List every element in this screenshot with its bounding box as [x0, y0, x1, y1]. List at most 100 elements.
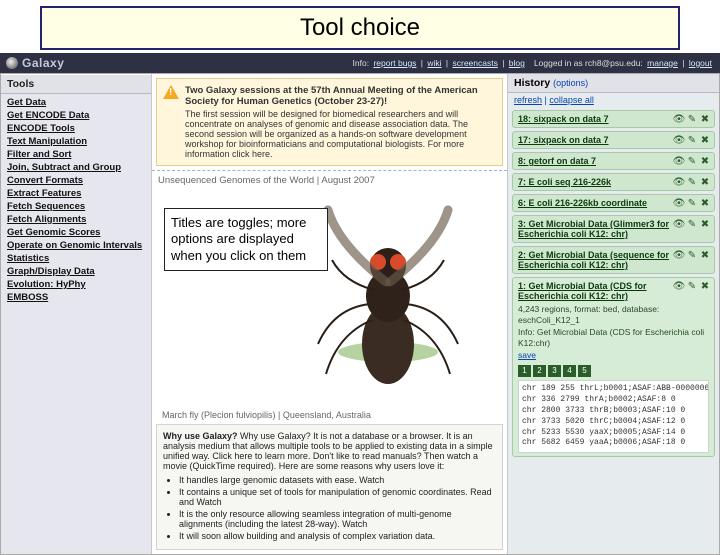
history-item-title[interactable]: 7: E coli seq 216-226k — [518, 177, 649, 187]
eye-icon[interactable]: 👁 — [674, 250, 684, 260]
delete-icon[interactable]: ✖ — [700, 281, 710, 291]
tool-category[interactable]: Graph/Display Data — [5, 265, 147, 278]
history-item: 3: Get Microbial Data (Glimmer3 for Esch… — [512, 215, 715, 243]
link-manage[interactable]: manage — [647, 58, 678, 68]
eye-icon[interactable]: 👁 — [674, 281, 684, 291]
history-collapse-all-link[interactable]: collapse all — [549, 95, 594, 105]
logged-in-label: Logged in as — [534, 58, 583, 68]
delete-icon[interactable]: ✖ — [700, 114, 710, 124]
delete-icon[interactable]: ✖ — [700, 219, 710, 229]
history-item: 6: E coli 216-226kb coordinate👁✎✖ — [512, 194, 715, 212]
announcement-body: The first session will be designed for b… — [185, 109, 496, 159]
tool-category[interactable]: Convert Formats — [5, 174, 147, 187]
eye-icon[interactable]: 👁 — [674, 114, 684, 124]
delete-icon[interactable]: ✖ — [700, 156, 710, 166]
link-blog[interactable]: blog — [509, 58, 525, 68]
galaxy-swirl-icon — [6, 57, 18, 69]
history-page-nav: 12345 — [518, 365, 709, 377]
history-header: History (options) — [508, 74, 719, 93]
page-button[interactable]: 3 — [548, 365, 561, 377]
history-options-link[interactable]: (options) — [553, 78, 588, 88]
history-panel: History (options) refresh | collapse all… — [508, 74, 719, 554]
why-galaxy-box: Why use Galaxy? Why use Galaxy? It is no… — [156, 424, 503, 550]
link-screencasts[interactable]: screencasts — [452, 58, 497, 68]
center-panel: Two Galaxy sessions at the 57th Annual M… — [152, 74, 508, 554]
why-galaxy-bullets: It handles large genomic datasets with e… — [179, 475, 496, 541]
history-sub-links: refresh | collapse all — [508, 93, 719, 107]
slide-title: Tool choice — [40, 6, 680, 50]
gallery-section-label: Unsequenced Genomes of the World — [158, 175, 314, 186]
edit-icon[interactable]: ✎ — [687, 219, 697, 229]
delete-icon[interactable]: ✖ — [700, 198, 710, 208]
top-bar: Galaxy Info: report bugs | wiki | screen… — [0, 53, 720, 73]
tool-category[interactable]: Text Manipulation — [5, 135, 147, 148]
tool-category[interactable]: Evolution: HyPhy — [5, 278, 147, 291]
edit-icon[interactable]: ✎ — [687, 156, 697, 166]
history-item-title[interactable]: 8: getorf on data 7 — [518, 156, 634, 166]
announcement-title: Two Galaxy sessions at the 57th Annual M… — [185, 85, 496, 107]
history-refresh-link[interactable]: refresh — [514, 95, 542, 105]
edit-icon[interactable]: ✎ — [687, 135, 697, 145]
eye-icon[interactable]: 👁 — [674, 198, 684, 208]
why-bullet: It handles large genomic datasets with e… — [179, 475, 496, 485]
app-name: Galaxy — [22, 56, 64, 70]
tool-category[interactable]: EMBOSS — [5, 291, 147, 304]
warning-icon — [163, 85, 179, 101]
history-item: 17: sixpack on data 7 👁✎✖ — [512, 131, 715, 149]
history-header-label: History — [514, 77, 550, 89]
history-save-link[interactable]: save — [518, 350, 536, 360]
eye-icon[interactable]: 👁 — [674, 177, 684, 187]
tool-category[interactable]: Filter and Sort — [5, 148, 147, 161]
tool-category[interactable]: Fetch Alignments — [5, 213, 147, 226]
tool-category[interactable]: Extract Features — [5, 187, 147, 200]
why-galaxy-text: Why use Galaxy? Why use Galaxy? It is no… — [163, 431, 496, 471]
link-logout[interactable]: logout — [689, 58, 712, 68]
edit-icon[interactable]: ✎ — [687, 114, 697, 124]
history-item-title[interactable]: 18: sixpack on data 7 — [518, 114, 647, 124]
tool-category[interactable]: Fetch Sequences — [5, 200, 147, 213]
tool-category[interactable]: Join, Subtract and Group — [5, 161, 147, 174]
tools-header: Tools — [1, 74, 151, 94]
page-button[interactable]: 2 — [533, 365, 546, 377]
tool-category[interactable]: Get ENCODE Data — [5, 109, 147, 122]
page-button[interactable]: 5 — [578, 365, 591, 377]
delete-icon[interactable]: ✖ — [700, 135, 710, 145]
delete-icon[interactable]: ✖ — [700, 250, 710, 260]
history-data-preview: chr 189 255 thrL;b0001;ASAF:ABB-0000006 … — [518, 380, 709, 453]
tool-category[interactable]: Get Genomic Scores — [5, 226, 147, 239]
page-button[interactable]: 4 — [563, 365, 576, 377]
tool-category[interactable]: Operate on Genomic Intervals — [5, 239, 147, 252]
gallery-section-title: Unsequenced Genomes of the World | Augus… — [152, 170, 507, 188]
link-report-bugs[interactable]: report bugs — [373, 58, 416, 68]
tool-category[interactable]: Statistics — [5, 252, 147, 265]
history-item-title[interactable]: 6: E coli 216-226kb coordinate — [518, 198, 685, 208]
history-item: 18: sixpack on data 7 👁✎✖ — [512, 110, 715, 128]
eye-icon[interactable]: 👁 — [674, 135, 684, 145]
history-item: 8: getorf on data 7 👁✎✖ — [512, 152, 715, 170]
tool-category[interactable]: Get Data — [5, 96, 147, 109]
gallery-section-date: August 2007 — [321, 175, 374, 186]
edit-icon[interactable]: ✎ — [687, 250, 697, 260]
tool-category[interactable]: ENCODE Tools — [5, 122, 147, 135]
eye-icon[interactable]: 👁 — [674, 219, 684, 229]
tools-panel: Tools Get DataGet ENCODE DataENCODE Tool… — [1, 74, 152, 554]
app-brand: Galaxy — [6, 56, 64, 70]
info-label: Info: — [353, 58, 370, 68]
why-bullet: It is the only resource allowing seamles… — [179, 509, 496, 529]
edit-icon[interactable]: ✎ — [687, 281, 697, 291]
history-item: 1: Get Microbial Data (CDS for Escherich… — [512, 277, 715, 457]
history-items: 18: sixpack on data 7👁✎✖17: sixpack on d… — [508, 107, 719, 460]
main-layout: Tools Get DataGet ENCODE DataENCODE Tool… — [0, 73, 720, 555]
figure-area: Titles are toggles; more options are dis… — [158, 190, 501, 420]
edit-icon[interactable]: ✎ — [687, 177, 697, 187]
why-bullet: It contains a unique set of tools for ma… — [179, 487, 496, 507]
history-item-title[interactable]: 17: sixpack on data 7 — [518, 135, 647, 145]
history-item: 7: E coli seq 216-226k 👁✎✖ — [512, 173, 715, 191]
delete-icon[interactable]: ✖ — [700, 177, 710, 187]
logged-in-user: rch8@psu.edu: — [585, 58, 643, 68]
link-wiki[interactable]: wiki — [427, 58, 441, 68]
eye-icon[interactable]: 👁 — [674, 156, 684, 166]
edit-icon[interactable]: ✎ — [687, 198, 697, 208]
page-button[interactable]: 1 — [518, 365, 531, 377]
info-bar: Info: report bugs | wiki | screencasts |… — [353, 58, 714, 68]
